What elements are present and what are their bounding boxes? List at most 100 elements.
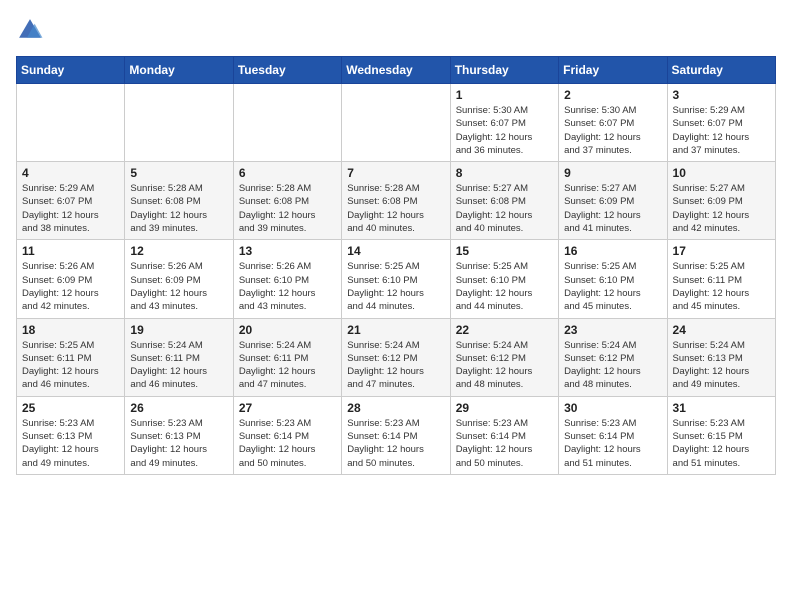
logo xyxy=(16,16,48,44)
day-info: Sunrise: 5:27 AM Sunset: 6:09 PM Dayligh… xyxy=(564,182,661,235)
day-info: Sunrise: 5:25 AM Sunset: 6:10 PM Dayligh… xyxy=(456,260,553,313)
calendar-day-cell: 2 Sunrise: 5:30 AM Sunset: 6:07 PM Daylig… xyxy=(559,84,667,162)
weekday-header-monday: Monday xyxy=(125,57,233,84)
calendar-day-cell: 23Sunrise: 5:24 AM Sunset: 6:12 PM Dayli… xyxy=(559,318,667,396)
day-number: 9 xyxy=(564,166,661,180)
day-info: Sunrise: 5:23 AM Sunset: 6:14 PM Dayligh… xyxy=(239,417,336,470)
day-number: 19 xyxy=(130,323,227,337)
calendar-day-cell: 4Sunrise: 5:29 AM Sunset: 6:07 PM Daylig… xyxy=(17,162,125,240)
day-number: 20 xyxy=(239,323,336,337)
day-number: 18 xyxy=(22,323,119,337)
calendar-day-cell: 20 Sunrise: 5:24 AM Sunset: 6:11 PM Dayli… xyxy=(233,318,341,396)
day-number: 31 xyxy=(673,401,770,415)
day-number: 12 xyxy=(130,244,227,258)
day-info: Sunrise: 5:24 AM Sunset: 6:13 PM Dayligh… xyxy=(673,339,770,392)
day-info: Sunrise: 5:24 AM Sunset: 6:11 PM Dayligh… xyxy=(130,339,227,392)
day-info: Sunrise: 5:23 AM Sunset: 6:13 PM Dayligh… xyxy=(130,417,227,470)
calendar-empty-cell xyxy=(233,84,341,162)
day-number: 10 xyxy=(673,166,770,180)
calendar-day-cell: 21 Sunrise: 5:24 AM Sunset: 6:12 PM Dayli… xyxy=(342,318,450,396)
calendar-day-cell: 17Sunrise: 5:25 AM Sunset: 6:11 PM Dayli… xyxy=(667,240,775,318)
day-number: 30 xyxy=(564,401,661,415)
day-info: Sunrise: 5:25 AM Sunset: 6:10 PM Dayligh… xyxy=(347,260,444,313)
calendar-day-cell: 26 Sunrise: 5:23 AM Sunset: 6:13 PM Dayli… xyxy=(125,396,233,474)
day-info: Sunrise: 5:25 AM Sunset: 6:11 PM Dayligh… xyxy=(22,339,119,392)
calendar-day-cell: 5 Sunrise: 5:28 AM Sunset: 6:08 PM Daylig… xyxy=(125,162,233,240)
calendar-day-cell: 24 Sunrise: 5:24 AM Sunset: 6:13 PM Dayli… xyxy=(667,318,775,396)
calendar-day-cell: 27 Sunrise: 5:23 AM Sunset: 6:14 PM Dayli… xyxy=(233,396,341,474)
day-info: Sunrise: 5:25 AM Sunset: 6:10 PM Dayligh… xyxy=(564,260,661,313)
day-info: Sunrise: 5:25 AM Sunset: 6:11 PM Dayligh… xyxy=(673,260,770,313)
day-info: Sunrise: 5:28 AM Sunset: 6:08 PM Dayligh… xyxy=(239,182,336,235)
calendar-day-cell: 7 Sunrise: 5:28 AM Sunset: 6:08 PM Daylig… xyxy=(342,162,450,240)
day-info: Sunrise: 5:30 AM Sunset: 6:07 PM Dayligh… xyxy=(564,104,661,157)
calendar-week-row: 18 Sunrise: 5:25 AM Sunset: 6:11 PM Dayli… xyxy=(17,318,776,396)
calendar-week-row: 4Sunrise: 5:29 AM Sunset: 6:07 PM Daylig… xyxy=(17,162,776,240)
day-info: Sunrise: 5:27 AM Sunset: 6:09 PM Dayligh… xyxy=(673,182,770,235)
weekday-header-tuesday: Tuesday xyxy=(233,57,341,84)
day-info: Sunrise: 5:27 AM Sunset: 6:08 PM Dayligh… xyxy=(456,182,553,235)
calendar-day-cell: 19 Sunrise: 5:24 AM Sunset: 6:11 PM Dayli… xyxy=(125,318,233,396)
day-number: 3 xyxy=(673,88,770,102)
day-info: Sunrise: 5:23 AM Sunset: 6:13 PM Dayligh… xyxy=(22,417,119,470)
calendar-day-cell: 9 Sunrise: 5:27 AM Sunset: 6:09 PM Daylig… xyxy=(559,162,667,240)
day-number: 25 xyxy=(22,401,119,415)
day-info: Sunrise: 5:24 AM Sunset: 6:12 PM Dayligh… xyxy=(347,339,444,392)
calendar-day-cell: 1 Sunrise: 5:30 AM Sunset: 6:07 PM Daylig… xyxy=(450,84,558,162)
calendar-day-cell: 16 Sunrise: 5:25 AM Sunset: 6:10 PM Dayli… xyxy=(559,240,667,318)
day-number: 22 xyxy=(456,323,553,337)
calendar-day-cell: 14 Sunrise: 5:25 AM Sunset: 6:10 PM Dayli… xyxy=(342,240,450,318)
calendar-table: SundayMondayTuesdayWednesdayThursdayFrid… xyxy=(16,56,776,475)
day-number: 11 xyxy=(22,244,119,258)
day-number: 29 xyxy=(456,401,553,415)
weekday-header-thursday: Thursday xyxy=(450,57,558,84)
day-number: 2 xyxy=(564,88,661,102)
logo-icon xyxy=(16,16,44,44)
weekday-header-wednesday: Wednesday xyxy=(342,57,450,84)
day-number: 21 xyxy=(347,323,444,337)
day-number: 14 xyxy=(347,244,444,258)
day-info: Sunrise: 5:24 AM Sunset: 6:12 PM Dayligh… xyxy=(564,339,661,392)
day-number: 27 xyxy=(239,401,336,415)
day-number: 7 xyxy=(347,166,444,180)
calendar-day-cell: 6 Sunrise: 5:28 AM Sunset: 6:08 PM Daylig… xyxy=(233,162,341,240)
day-info: Sunrise: 5:24 AM Sunset: 6:11 PM Dayligh… xyxy=(239,339,336,392)
calendar-day-cell: 25 Sunrise: 5:23 AM Sunset: 6:13 PM Dayli… xyxy=(17,396,125,474)
day-number: 1 xyxy=(456,88,553,102)
calendar-day-cell: 29Sunrise: 5:23 AM Sunset: 6:14 PM Dayli… xyxy=(450,396,558,474)
day-number: 5 xyxy=(130,166,227,180)
calendar-day-cell: 15Sunrise: 5:25 AM Sunset: 6:10 PM Dayli… xyxy=(450,240,558,318)
day-number: 13 xyxy=(239,244,336,258)
day-number: 4 xyxy=(22,166,119,180)
weekday-header-row: SundayMondayTuesdayWednesdayThursdayFrid… xyxy=(17,57,776,84)
calendar-empty-cell xyxy=(342,84,450,162)
day-info: Sunrise: 5:28 AM Sunset: 6:08 PM Dayligh… xyxy=(347,182,444,235)
day-number: 6 xyxy=(239,166,336,180)
day-info: Sunrise: 5:24 AM Sunset: 6:12 PM Dayligh… xyxy=(456,339,553,392)
day-info: Sunrise: 5:23 AM Sunset: 6:14 PM Dayligh… xyxy=(564,417,661,470)
day-info: Sunrise: 5:23 AM Sunset: 6:14 PM Dayligh… xyxy=(347,417,444,470)
day-info: Sunrise: 5:30 AM Sunset: 6:07 PM Dayligh… xyxy=(456,104,553,157)
calendar-day-cell: 8 Sunrise: 5:27 AM Sunset: 6:08 PM Daylig… xyxy=(450,162,558,240)
calendar-week-row: 1 Sunrise: 5:30 AM Sunset: 6:07 PM Daylig… xyxy=(17,84,776,162)
calendar-day-cell: 18 Sunrise: 5:25 AM Sunset: 6:11 PM Dayli… xyxy=(17,318,125,396)
calendar-day-cell: 13 Sunrise: 5:26 AM Sunset: 6:10 PM Dayli… xyxy=(233,240,341,318)
day-info: Sunrise: 5:28 AM Sunset: 6:08 PM Dayligh… xyxy=(130,182,227,235)
day-number: 8 xyxy=(456,166,553,180)
weekday-header-sunday: Sunday xyxy=(17,57,125,84)
day-info: Sunrise: 5:26 AM Sunset: 6:09 PM Dayligh… xyxy=(22,260,119,313)
day-number: 26 xyxy=(130,401,227,415)
calendar-day-cell: 10 Sunrise: 5:27 AM Sunset: 6:09 PM Dayli… xyxy=(667,162,775,240)
calendar-week-row: 11 Sunrise: 5:26 AM Sunset: 6:09 PM Dayli… xyxy=(17,240,776,318)
calendar-day-cell: 31 Sunrise: 5:23 AM Sunset: 6:15 PM Dayli… xyxy=(667,396,775,474)
day-info: Sunrise: 5:26 AM Sunset: 6:10 PM Dayligh… xyxy=(239,260,336,313)
calendar-day-cell: 22 Sunrise: 5:24 AM Sunset: 6:12 PM Dayli… xyxy=(450,318,558,396)
day-number: 16 xyxy=(564,244,661,258)
day-number: 24 xyxy=(673,323,770,337)
calendar-empty-cell xyxy=(17,84,125,162)
calendar-day-cell: 12Sunrise: 5:26 AM Sunset: 6:09 PM Dayli… xyxy=(125,240,233,318)
calendar-day-cell: 3Sunrise: 5:29 AM Sunset: 6:07 PM Daylig… xyxy=(667,84,775,162)
calendar-week-row: 25 Sunrise: 5:23 AM Sunset: 6:13 PM Dayli… xyxy=(17,396,776,474)
day-info: Sunrise: 5:23 AM Sunset: 6:15 PM Dayligh… xyxy=(673,417,770,470)
calendar-day-cell: 30 Sunrise: 5:23 AM Sunset: 6:14 PM Dayli… xyxy=(559,396,667,474)
